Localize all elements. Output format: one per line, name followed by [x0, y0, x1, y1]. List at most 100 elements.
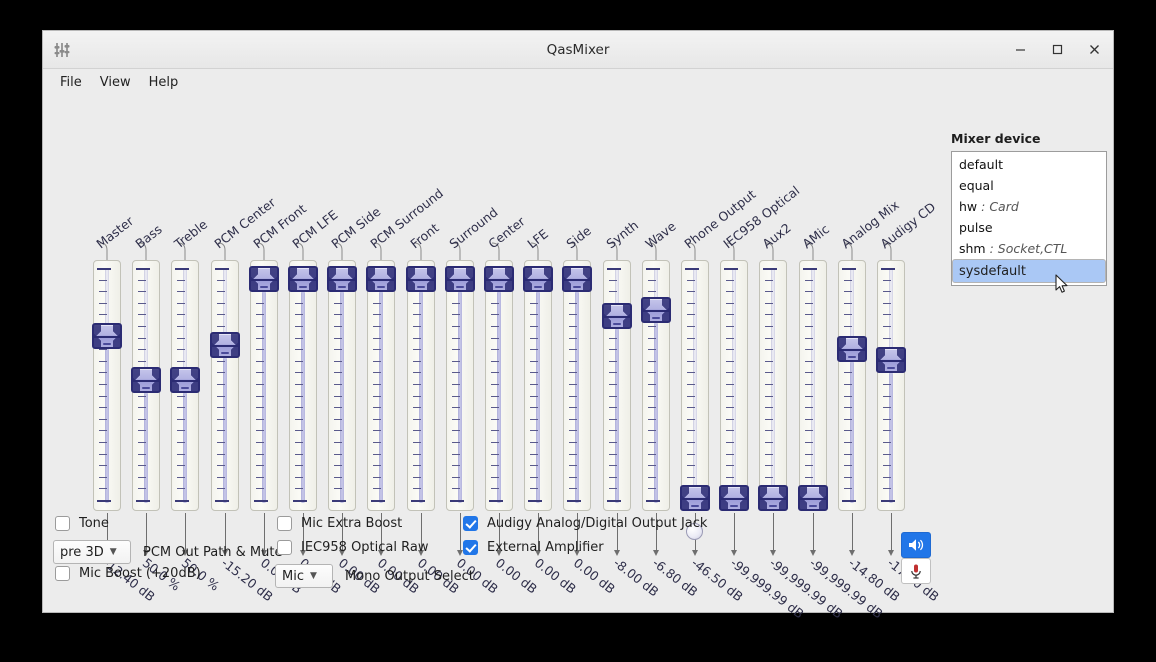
slider-handle[interactable] — [876, 347, 906, 374]
tick-mark — [255, 372, 264, 374]
menu-file[interactable]: File — [51, 73, 91, 92]
tick-mark — [843, 476, 852, 478]
tick-mark — [255, 360, 264, 362]
checkbox-tone[interactable]: Tone — [55, 516, 109, 531]
pcm-out-path-select[interactable]: pre 3D ▼ — [53, 540, 131, 564]
device-option-hw[interactable]: hw : Card — [952, 196, 1106, 217]
slider-handle[interactable] — [366, 266, 397, 292]
tick-mark — [175, 500, 190, 502]
device-option-shm[interactable]: shm : Socket,CTL — [952, 238, 1106, 259]
mono-output-select[interactable]: Mic ▼ — [275, 564, 333, 588]
tick-mark — [726, 453, 735, 455]
tick-mark — [373, 476, 382, 478]
tick-mark — [687, 360, 695, 362]
handle-wing-left — [133, 368, 141, 391]
tick-mark — [569, 302, 578, 304]
checkbox-mic-boost[interactable]: Mic Boost (+20dB) — [55, 566, 201, 581]
qasmixer-window: QasMixer File View Help Master -12.40 dB B… — [42, 30, 1114, 621]
speaker-icon[interactable] — [901, 532, 931, 558]
tick-mark — [608, 465, 617, 467]
tick-mark — [216, 407, 225, 409]
microphone-icon[interactable] — [901, 558, 931, 584]
tick-mark — [451, 337, 460, 339]
external-amplifier-checkbox-box[interactable] — [463, 540, 478, 555]
slider-handle[interactable] — [484, 266, 514, 292]
tick-mark — [216, 291, 225, 293]
slider-handle[interactable] — [92, 322, 122, 349]
slider-handle[interactable] — [562, 266, 593, 292]
audigy-jack-checkbox-box[interactable] — [463, 516, 478, 531]
slider-handle[interactable] — [444, 266, 475, 292]
tick-mark — [99, 291, 107, 293]
tick-mark — [412, 384, 421, 385]
checkbox-iec958-raw[interactable]: IEC958 Optical Raw — [277, 540, 428, 555]
tick-mark — [726, 314, 735, 316]
iec958-raw-label: IEC958 Optical Raw — [301, 540, 429, 555]
slider-handle[interactable] — [288, 266, 318, 292]
tick-mark — [530, 395, 539, 397]
tick-mark — [449, 500, 464, 502]
mic-boost-checkbox-box[interactable] — [55, 566, 70, 581]
slider-handle[interactable] — [170, 366, 201, 393]
tick-mark — [765, 476, 774, 478]
tick-mark — [804, 407, 813, 409]
handle-wing-right — [191, 368, 199, 391]
tick-mark — [295, 326, 303, 327]
handle-wing-left — [486, 268, 493, 290]
tick-mark — [530, 302, 539, 304]
slider-handle[interactable] — [758, 485, 789, 511]
tick-mark — [530, 488, 539, 490]
checkbox-audigy-jack[interactable]: Audigy Analog/Digital Output Jack — [463, 516, 707, 531]
slider-handle[interactable] — [797, 485, 828, 511]
mono-output-row: Mic ▼ Mono Output Select — [275, 564, 474, 588]
device-option-default[interactable]: default — [952, 154, 1106, 175]
device-option-sysdefault[interactable]: sysdefault — [952, 259, 1106, 283]
slider-handle[interactable] — [131, 366, 162, 393]
tick-mark — [883, 476, 891, 478]
tick-mark — [804, 279, 813, 281]
device-option-pulse[interactable]: pulse — [952, 217, 1106, 238]
device-option-sub: : Card — [977, 199, 1019, 214]
tick-mark — [373, 453, 382, 455]
slider-handle[interactable] — [836, 336, 867, 363]
slider-handle[interactable] — [327, 266, 358, 292]
tick-mark — [530, 442, 539, 443]
tick-mark — [883, 418, 891, 420]
tick-mark — [687, 418, 695, 420]
tick-mark — [491, 372, 499, 374]
slider-handle[interactable] — [719, 485, 750, 511]
tick-mark — [295, 476, 303, 478]
slider-handle[interactable] — [209, 331, 240, 358]
mixer-device-list[interactable]: default equal hw : Card pulse shm : Socket,C… — [951, 151, 1107, 286]
slider-handle[interactable] — [640, 296, 671, 323]
menu-view[interactable]: View — [91, 73, 140, 92]
tick-mark — [334, 453, 343, 455]
tone-checkbox-box[interactable] — [55, 516, 70, 531]
tick-mark — [567, 500, 582, 502]
slider-handle[interactable] — [601, 303, 632, 330]
device-option-equal[interactable]: equal — [952, 175, 1106, 196]
tick-mark — [255, 488, 264, 490]
slider-handle[interactable] — [680, 485, 710, 511]
menu-help[interactable]: Help — [140, 73, 188, 92]
tick-mark — [177, 349, 186, 351]
tick-mark — [451, 407, 460, 409]
checkbox-external-amplifier[interactable]: External Amplifier — [463, 540, 604, 555]
tick-mark — [569, 442, 578, 443]
slider-handle[interactable] — [523, 266, 554, 292]
mic-extra-boost-checkbox-box[interactable] — [277, 516, 292, 531]
tick-mark — [332, 500, 347, 502]
iec958-raw-checkbox-box[interactable] — [277, 540, 292, 555]
tick-mark — [647, 291, 656, 293]
checkbox-mic-extra-boost[interactable]: Mic Extra Boost — [277, 516, 402, 531]
tick-mark — [726, 279, 735, 281]
tick-mark — [99, 372, 107, 374]
tick-mark — [216, 418, 225, 420]
slider-handle[interactable] — [405, 266, 436, 292]
tick-mark — [647, 326, 656, 327]
slider-handle[interactable] — [248, 266, 279, 292]
tick-mark — [255, 302, 264, 304]
handle-wing-left — [290, 268, 297, 290]
tick-mark — [451, 372, 460, 374]
tick-mark — [687, 337, 695, 339]
